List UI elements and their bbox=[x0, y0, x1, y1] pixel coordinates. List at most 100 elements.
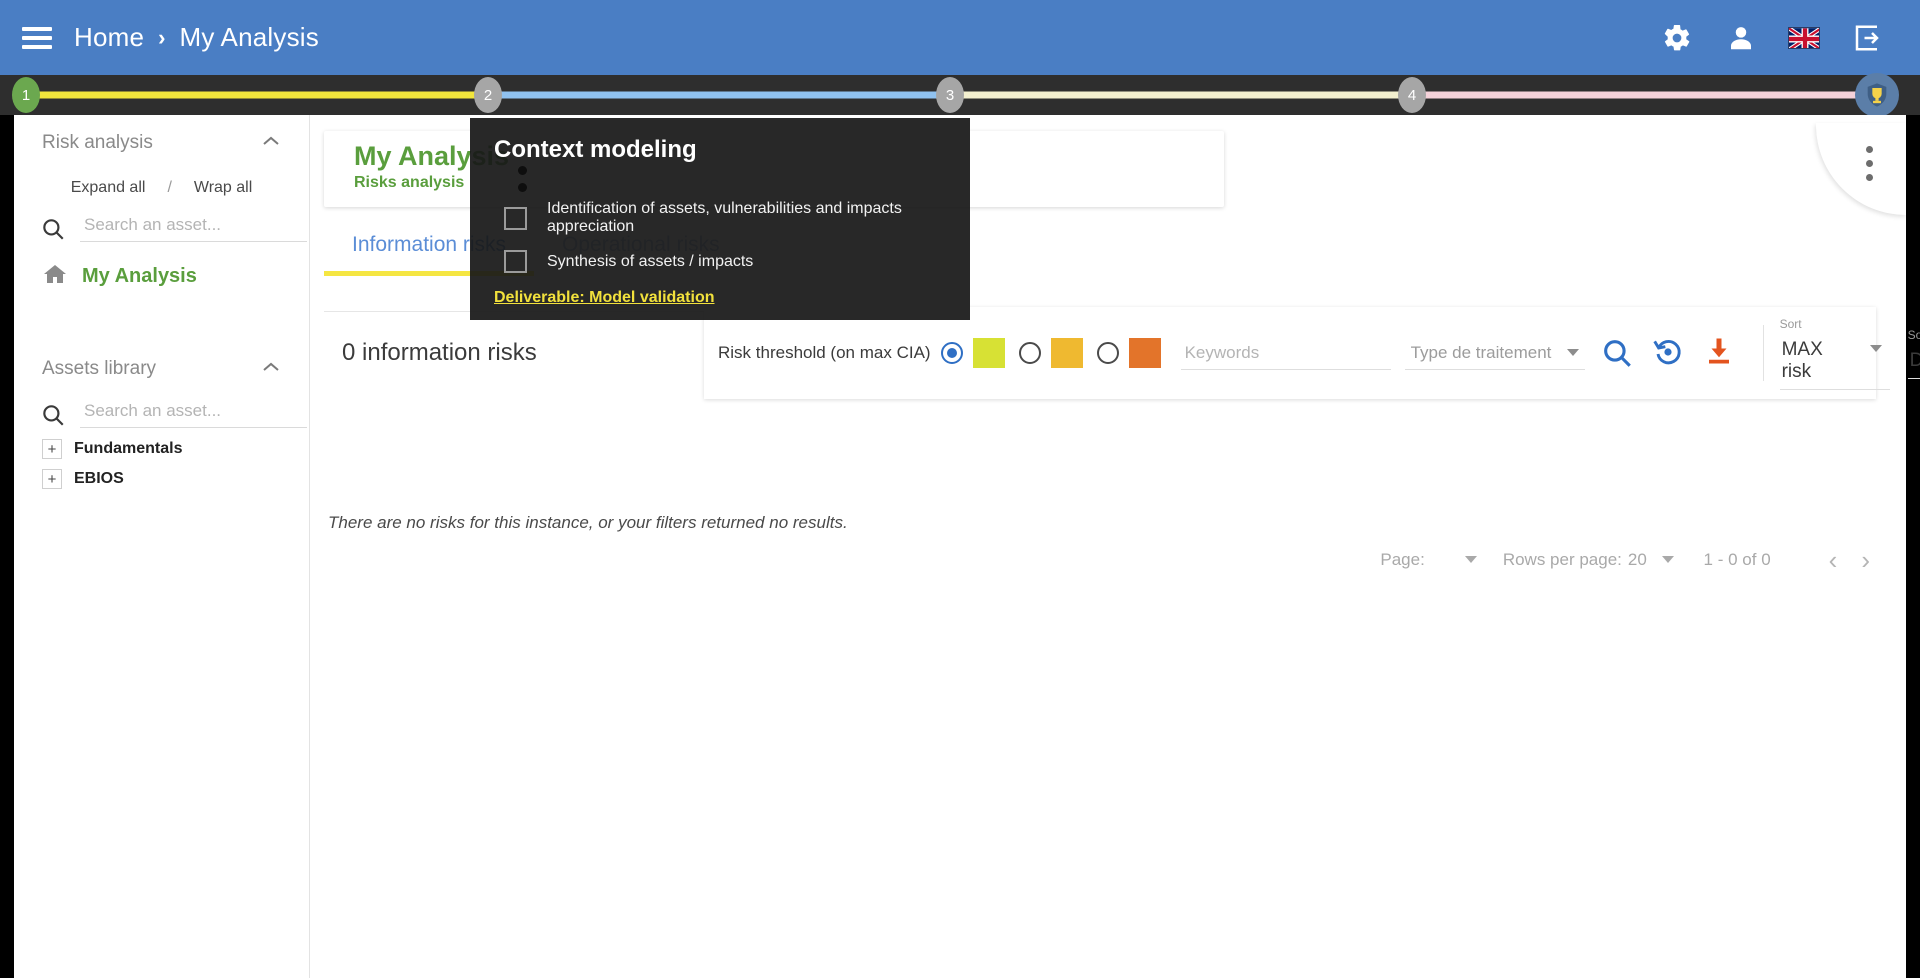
keywords-input[interactable] bbox=[1180, 336, 1391, 370]
expand-all-link[interactable]: Expand all bbox=[71, 179, 146, 197]
app-root: Home › My Analysis 1 2 3 4 Risk analysis… bbox=[0, 0, 1920, 978]
risk-search-row bbox=[32, 211, 307, 248]
logout-icon[interactable] bbox=[1850, 21, 1884, 55]
breadcrumb-current[interactable]: My Analysis bbox=[179, 22, 318, 53]
step-connector-1-2 bbox=[26, 91, 490, 99]
hamburger-icon[interactable] bbox=[22, 26, 52, 49]
threshold-swatch-2[interactable] bbox=[1050, 338, 1083, 368]
threshold-swatch-1[interactable] bbox=[972, 338, 1005, 368]
sort-direction-label: Sort direction bbox=[1907, 327, 1920, 342]
reset-history-icon[interactable] bbox=[1652, 336, 1686, 370]
rows-per-page-value: 20 bbox=[1627, 550, 1647, 569]
left-sidebar: Risk analysis Expand all / Wrap all Sear… bbox=[14, 115, 349, 978]
my-analysis-label: My Analysis bbox=[82, 265, 197, 287]
risk-analysis-title: Risk analysis bbox=[42, 132, 153, 153]
sidebar-item-fundamentals[interactable]: + Fundamentals bbox=[32, 434, 291, 464]
treatment-type-value: Type de traitement bbox=[1410, 342, 1552, 362]
download-icon[interactable] bbox=[1704, 336, 1738, 370]
search-icon bbox=[40, 216, 66, 242]
tooltip-task-1-label: Identification of assets, vulnerabilitie… bbox=[547, 200, 902, 235]
breadcrumb-home[interactable]: Home bbox=[74, 22, 144, 53]
ebios-label: EBIOS bbox=[74, 470, 124, 487]
sidebar-item-ebios[interactable]: + EBIOS bbox=[32, 464, 291, 494]
checkbox-icon[interactable] bbox=[504, 206, 527, 230]
chevron-up-icon[interactable] bbox=[261, 134, 281, 153]
workflow-stepper: 1 2 3 4 bbox=[0, 73, 1920, 117]
step-number-3: 3 bbox=[945, 86, 955, 104]
step-number-2: 2 bbox=[483, 86, 493, 104]
step-node-3[interactable]: 3 bbox=[936, 77, 964, 113]
risk-analysis-section: Risk analysis Expand all / Wrap all Sear… bbox=[14, 115, 309, 299]
more-vertical-icon[interactable] bbox=[1852, 133, 1886, 193]
chevron-up-icon[interactable] bbox=[261, 360, 281, 379]
pagination-range: 1 - 0 of 0 bbox=[1703, 550, 1771, 569]
pagination-bar: Page: Rows per page: 20 1 - 0 of 0 ‹ › bbox=[1380, 547, 1870, 573]
checkbox-icon[interactable] bbox=[504, 250, 527, 273]
step-number-1: 1 bbox=[21, 86, 31, 104]
threshold-radio-1[interactable] bbox=[940, 342, 963, 364]
settings-gear-icon[interactable] bbox=[1660, 21, 1694, 55]
user-account-icon[interactable] bbox=[1724, 21, 1758, 55]
chevron-down-icon bbox=[1869, 344, 1882, 352]
deliverable-link[interactable]: Deliverable: Model validation bbox=[494, 289, 715, 307]
sort-direction-value[interactable]: Descending bbox=[1907, 348, 1920, 379]
sort-field: Sort MAX risk bbox=[1779, 316, 1890, 390]
page-select[interactable] bbox=[1431, 550, 1477, 570]
threshold-swatch-3[interactable] bbox=[1128, 338, 1161, 368]
expander-plus-icon[interactable]: + bbox=[42, 469, 62, 489]
breadcrumb-separator-icon: › bbox=[158, 24, 166, 50]
rows-per-page-label: Rows per page: bbox=[1502, 550, 1622, 569]
sort-direction-field: Sort direction Descending bbox=[1907, 327, 1920, 379]
threshold-radio-2[interactable] bbox=[1018, 342, 1041, 364]
empty-state-message: There are no risks for this instance, or… bbox=[328, 513, 848, 532]
page-label: Page: bbox=[1380, 550, 1425, 569]
search-icon[interactable] bbox=[1600, 336, 1634, 370]
filter-toolbar: Risk threshold (on max CIA) Type de trai… bbox=[704, 307, 1920, 399]
assets-library-header[interactable]: Assets library bbox=[32, 341, 291, 397]
fundamentals-label: Fundamentals bbox=[74, 440, 183, 457]
threshold-radio-3[interactable] bbox=[1096, 342, 1119, 364]
toolbar-divider bbox=[1762, 325, 1764, 381]
risk-search-input[interactable] bbox=[80, 211, 307, 242]
chevron-down-icon bbox=[1464, 556, 1477, 563]
expand-separator: / bbox=[167, 179, 172, 196]
treatment-type-select[interactable]: Type de traitement bbox=[1404, 337, 1585, 370]
home-icon bbox=[42, 262, 68, 291]
tooltip-bullet-dots bbox=[518, 166, 946, 192]
expander-plus-icon[interactable]: + bbox=[42, 439, 62, 459]
step-connector-4-end bbox=[1412, 91, 1870, 99]
sort-label: Sort bbox=[1779, 316, 1802, 331]
step-node-4[interactable]: 4 bbox=[1398, 77, 1426, 113]
search-icon bbox=[40, 402, 66, 428]
filters-row: 0 information risks Risk threshold (on m… bbox=[324, 307, 1920, 399]
tooltip-task-1[interactable]: Identification of assets, vulnerabilitie… bbox=[504, 200, 946, 236]
header-actions bbox=[1660, 21, 1884, 55]
sidebar-item-my-analysis[interactable]: My Analysis bbox=[32, 248, 291, 299]
assets-search-input[interactable] bbox=[80, 397, 307, 428]
step-node-2[interactable]: 2 bbox=[474, 77, 502, 113]
chevron-left-icon[interactable]: ‹ bbox=[1829, 547, 1838, 573]
context-modeling-tooltip: Context modeling Identification of asset… bbox=[470, 118, 970, 320]
assets-library-title: Assets library bbox=[42, 358, 157, 379]
tooltip-task-2-label: Synthesis of assets / impacts bbox=[547, 252, 754, 270]
step-number-4: 4 bbox=[1407, 86, 1417, 104]
assets-library-section: Assets library Search an asset... + Fund… bbox=[14, 341, 349, 494]
rows-per-page-select[interactable]: 20 bbox=[1628, 550, 1674, 570]
assets-search-row bbox=[32, 397, 349, 434]
risk-count-label: 0 information risks bbox=[342, 339, 537, 366]
tooltip-task-2[interactable]: Synthesis of assets / impacts bbox=[504, 250, 946, 273]
shield-trophy-icon[interactable] bbox=[1855, 73, 1899, 117]
step-node-1[interactable]: 1 bbox=[12, 77, 40, 113]
chevron-down-icon bbox=[1566, 348, 1579, 356]
uk-flag-icon[interactable] bbox=[1788, 26, 1820, 49]
expand-controls: Expand all / Wrap all bbox=[32, 179, 291, 197]
chevron-down-icon bbox=[1661, 556, 1674, 563]
risk-analysis-header[interactable]: Risk analysis bbox=[32, 115, 291, 171]
wrap-all-link[interactable]: Wrap all bbox=[194, 179, 252, 197]
step-connector-2-3 bbox=[490, 91, 950, 99]
chevron-right-icon[interactable]: › bbox=[1861, 547, 1870, 573]
tooltip-title: Context modeling bbox=[494, 136, 697, 163]
risk-threshold-label: Risk threshold (on max CIA) bbox=[718, 343, 931, 362]
top-header: Home › My Analysis bbox=[0, 0, 1920, 75]
step-connector-3-4 bbox=[950, 91, 1412, 99]
